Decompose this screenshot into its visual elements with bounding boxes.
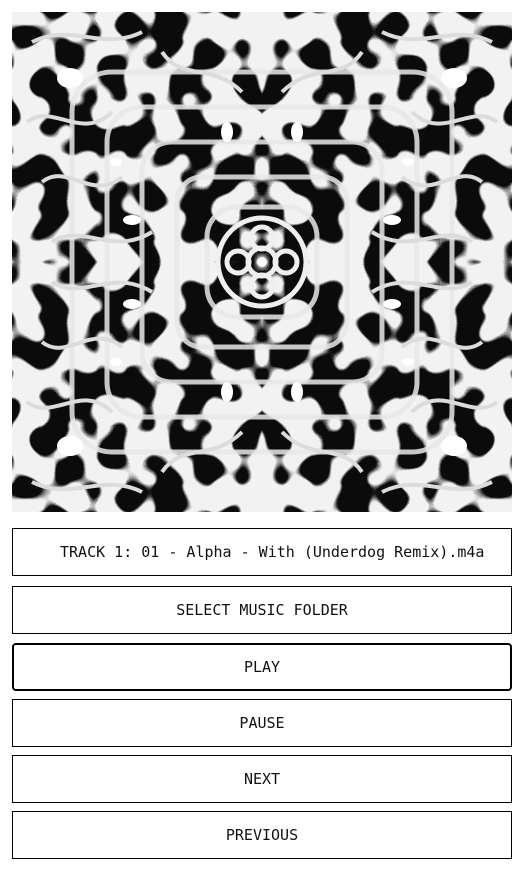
- next-label: NEXT: [243, 770, 281, 788]
- now-playing-text: TRACK 1: 01 - Alpha - With (Underdog Rem…: [60, 543, 485, 561]
- previous-label: PREVIOUS: [225, 826, 299, 844]
- play-label: PLAY: [243, 658, 281, 676]
- visualizer-pattern: [12, 12, 512, 512]
- pause-label: PAUSE: [239, 714, 285, 732]
- now-playing-display: TRACK 1: 01 - Alpha - With (Underdog Rem…: [12, 528, 512, 576]
- play-button[interactable]: PLAY: [12, 643, 512, 691]
- select-music-folder-label: SELECT MUSIC FOLDER: [176, 601, 348, 619]
- next-button[interactable]: NEXT: [12, 755, 512, 803]
- visualizer-canvas: [12, 12, 512, 512]
- previous-button[interactable]: PREVIOUS: [12, 811, 512, 859]
- select-music-folder-button[interactable]: SELECT MUSIC FOLDER: [12, 586, 512, 634]
- pause-button[interactable]: PAUSE: [12, 699, 512, 747]
